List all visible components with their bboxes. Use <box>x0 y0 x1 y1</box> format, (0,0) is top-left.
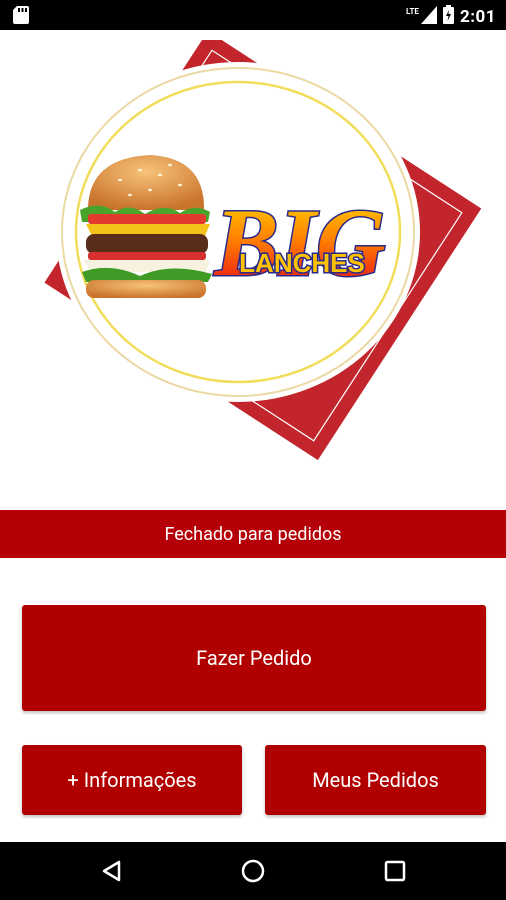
make-order-label: Fazer Pedido <box>196 646 312 670</box>
status-bar: LTE 2:01 <box>0 0 506 30</box>
recents-icon[interactable] <box>380 856 410 886</box>
home-icon[interactable] <box>238 856 268 886</box>
store-status-banner: Fechado para pedidos <box>0 510 506 558</box>
network-type-label: LTE <box>406 7 419 16</box>
back-icon[interactable] <box>97 856 127 886</box>
logo-brand-lanches: LANCHES <box>239 248 365 278</box>
signal-icon <box>420 5 437 28</box>
restaurant-logo: BIG LANCHES <box>0 30 506 461</box>
navigation-bar <box>0 842 506 900</box>
clock-time: 2:01 <box>459 6 496 27</box>
make-order-button[interactable]: Fazer Pedido <box>22 605 486 711</box>
logo-brand-big: BIG <box>214 189 386 296</box>
store-status-text: Fechado para pedidos <box>164 523 342 545</box>
battery-icon <box>442 5 454 28</box>
more-info-button[interactable]: + Informações <box>22 745 242 815</box>
more-info-label: + Informações <box>67 768 197 792</box>
my-orders-button[interactable]: Meus Pedidos <box>265 745 486 815</box>
sd-card-icon <box>13 6 29 28</box>
my-orders-label: Meus Pedidos <box>312 768 439 792</box>
